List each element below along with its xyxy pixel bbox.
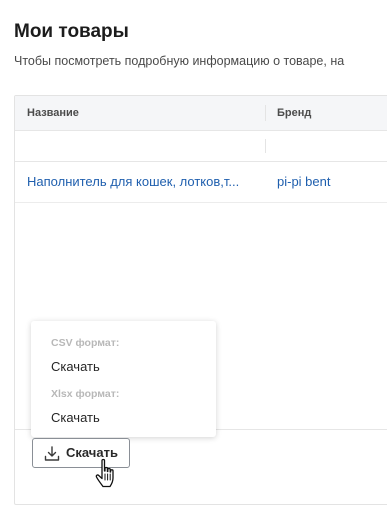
xlsx-format-label: Xlsx формат: bbox=[51, 388, 120, 400]
csv-format-label: CSV формат: bbox=[51, 337, 120, 349]
column-divider[interactable] bbox=[265, 105, 266, 121]
hand-pointer-icon bbox=[95, 458, 114, 488]
table-header: Название Бренд bbox=[15, 96, 387, 131]
table-row[interactable]: Наполнитель для кошек, лотков,т... pi-pi… bbox=[15, 162, 387, 203]
column-header-name[interactable]: Название bbox=[27, 96, 79, 130]
download-format-menu: CSV формат: Скачать Xlsx формат: Скачать bbox=[31, 321, 216, 437]
download-icon bbox=[44, 446, 60, 461]
page-title: Мои товары bbox=[14, 21, 129, 42]
filter-divider bbox=[265, 139, 266, 153]
filter-row[interactable] bbox=[15, 131, 387, 162]
page-subtitle: Чтобы посмотреть подробную информацию о … bbox=[14, 54, 345, 68]
product-brand-link[interactable]: pi-pi bent bbox=[277, 162, 387, 202]
product-name-link[interactable]: Наполнитель для кошек, лотков,т... bbox=[27, 162, 257, 202]
csv-download-item[interactable]: Скачать bbox=[51, 359, 100, 374]
xlsx-download-item[interactable]: Скачать bbox=[51, 410, 100, 425]
column-header-brand[interactable]: Бренд bbox=[277, 96, 311, 130]
